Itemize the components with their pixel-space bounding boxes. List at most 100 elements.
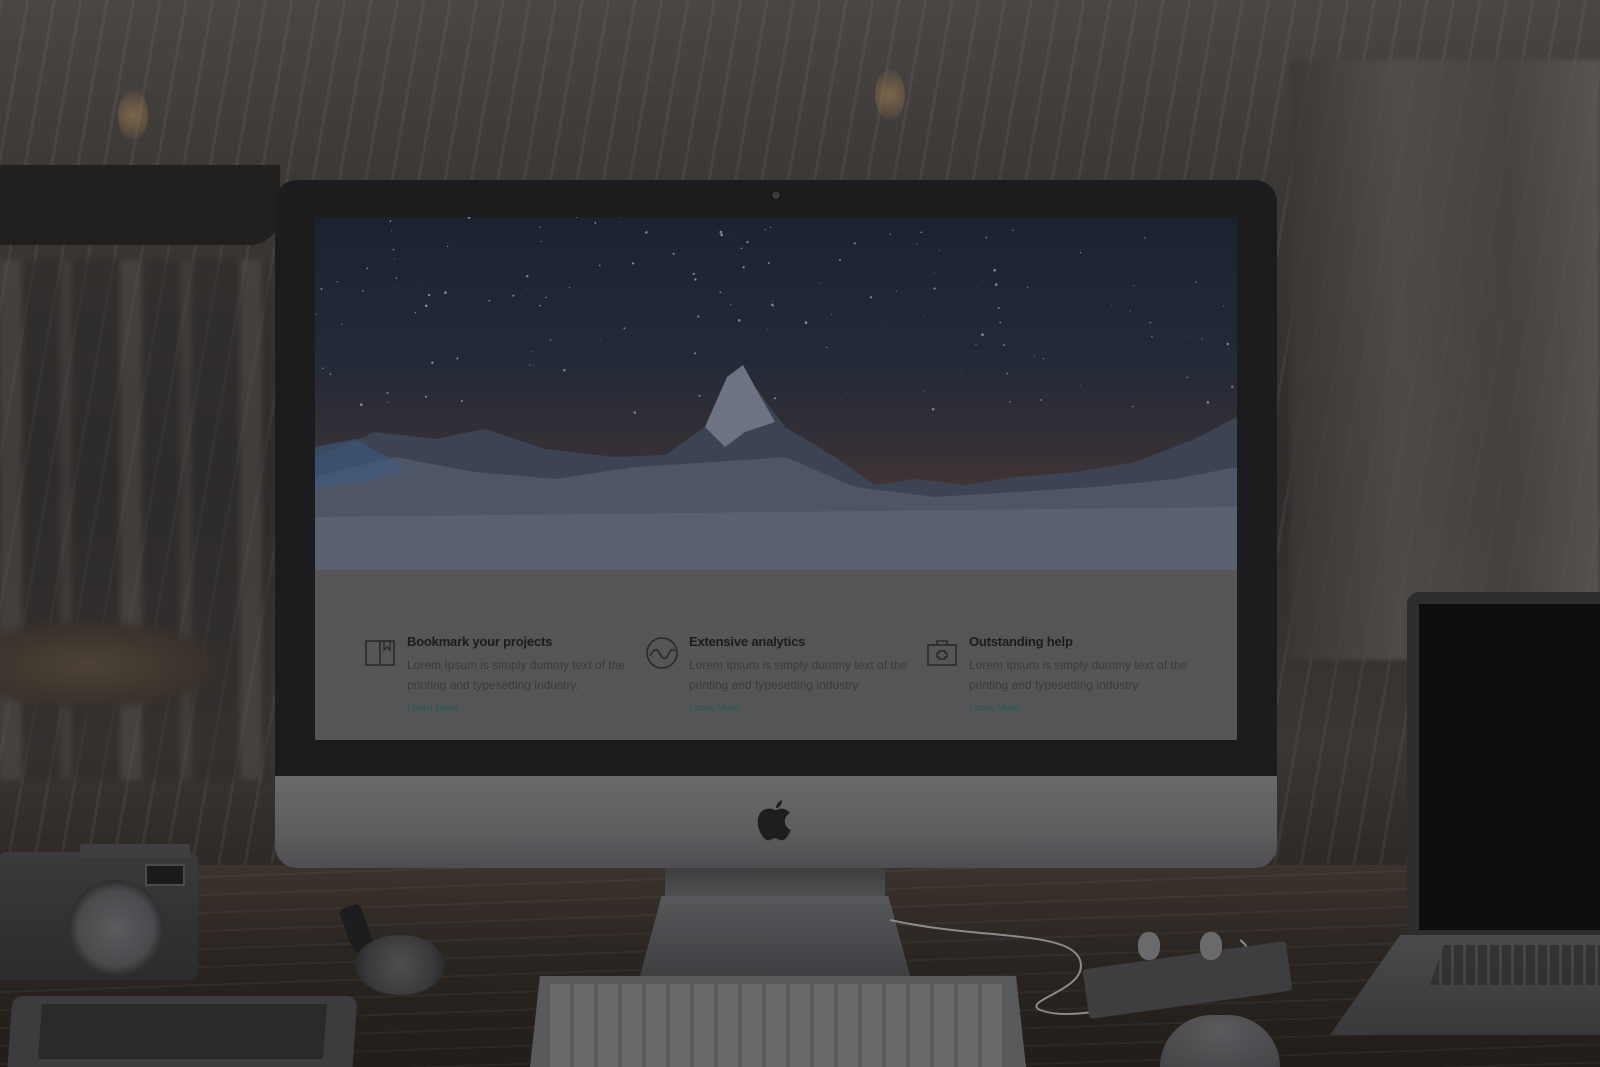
- star: [931, 407, 935, 411]
- star: [924, 314, 925, 316]
- star: [392, 248, 395, 251]
- star: [1144, 237, 1146, 239]
- star: [889, 233, 892, 236]
- star: [719, 230, 723, 234]
- star: [460, 400, 463, 403]
- star: [633, 411, 636, 414]
- learn-more-link[interactable]: Learn More: [969, 703, 1020, 714]
- star: [414, 311, 417, 314]
- star: [933, 287, 936, 290]
- star: [997, 307, 1000, 310]
- star: [539, 226, 541, 228]
- star: [985, 236, 988, 239]
- star: [943, 358, 944, 359]
- camera-viewfinder: [145, 864, 185, 886]
- star: [1206, 401, 1210, 404]
- learn-more-link[interactable]: Learn More: [407, 703, 458, 714]
- star: [467, 217, 471, 219]
- star: [801, 279, 802, 281]
- star: [1226, 342, 1229, 346]
- star: [598, 264, 601, 267]
- first-aid-kit-icon: [927, 640, 957, 666]
- star: [938, 250, 940, 252]
- star: [993, 268, 997, 272]
- star: [737, 319, 741, 322]
- star: [600, 339, 601, 341]
- star: [1131, 405, 1134, 408]
- star: [1009, 401, 1011, 403]
- star: [773, 397, 776, 400]
- star: [440, 249, 442, 251]
- star: [645, 231, 648, 234]
- star: [317, 340, 319, 342]
- star: [1006, 372, 1008, 375]
- star: [329, 373, 332, 375]
- learn-more-link[interactable]: Learn More: [689, 703, 740, 714]
- ceiling-light: [118, 90, 148, 140]
- star: [424, 395, 427, 398]
- star: [563, 369, 566, 372]
- star: [839, 259, 841, 262]
- star: [1079, 252, 1082, 254]
- star: [395, 277, 398, 279]
- star: [529, 364, 531, 366]
- feature-description: Lorem Ipsum is simply dummy text of the …: [689, 658, 908, 692]
- star: [742, 266, 745, 269]
- star: [804, 321, 808, 324]
- star: [1080, 250, 1082, 252]
- star: [619, 222, 621, 223]
- star: [729, 234, 731, 236]
- camera-top-plate: [80, 844, 190, 858]
- star: [424, 304, 428, 308]
- star: [526, 275, 529, 278]
- star: [1012, 229, 1014, 232]
- star: [698, 394, 701, 397]
- star: [825, 346, 828, 349]
- star: [446, 245, 449, 248]
- star: [1186, 376, 1188, 379]
- laptop-keyboard: [1430, 945, 1600, 985]
- star: [1080, 385, 1082, 387]
- star: [545, 296, 547, 299]
- mountain-illustration: [315, 217, 1237, 570]
- star: [694, 278, 697, 281]
- star: [315, 313, 316, 316]
- star: [694, 352, 697, 355]
- background-chair: [0, 620, 220, 710]
- feature-title: Bookmark your projects: [407, 634, 553, 649]
- star: [387, 401, 389, 403]
- wristwatch: [355, 935, 445, 995]
- star: [1033, 355, 1035, 357]
- bookmark-book-icon: [365, 640, 395, 666]
- star: [869, 296, 873, 299]
- star: [1133, 285, 1135, 287]
- star: [692, 272, 695, 276]
- star: [772, 300, 774, 302]
- star: [1149, 321, 1152, 324]
- star: [361, 289, 364, 292]
- star: [1227, 348, 1229, 350]
- star: [916, 243, 918, 245]
- star: [532, 365, 534, 367]
- laptop-screen: [1419, 604, 1600, 930]
- star: [769, 226, 772, 229]
- feature-description: Lorem Ipsum is simply dummy text of the …: [969, 658, 1188, 692]
- star: [427, 293, 431, 297]
- star: [568, 286, 571, 289]
- star: [456, 357, 459, 360]
- star: [418, 282, 420, 284]
- earbud: [1200, 932, 1222, 960]
- star: [840, 399, 842, 401]
- star: [1189, 335, 1191, 337]
- star: [366, 267, 369, 270]
- star: [877, 293, 878, 295]
- star: [982, 280, 984, 282]
- imac-neck: [665, 868, 885, 898]
- star: [1223, 305, 1225, 307]
- feature-title: Outstanding help: [969, 634, 1073, 649]
- star: [772, 304, 775, 307]
- feature-title: Extensive analytics: [689, 634, 806, 649]
- ceiling-light: [875, 70, 905, 120]
- star: [764, 229, 766, 231]
- features-section: Bookmark your projects Lorem Ipsum is si…: [315, 570, 1237, 740]
